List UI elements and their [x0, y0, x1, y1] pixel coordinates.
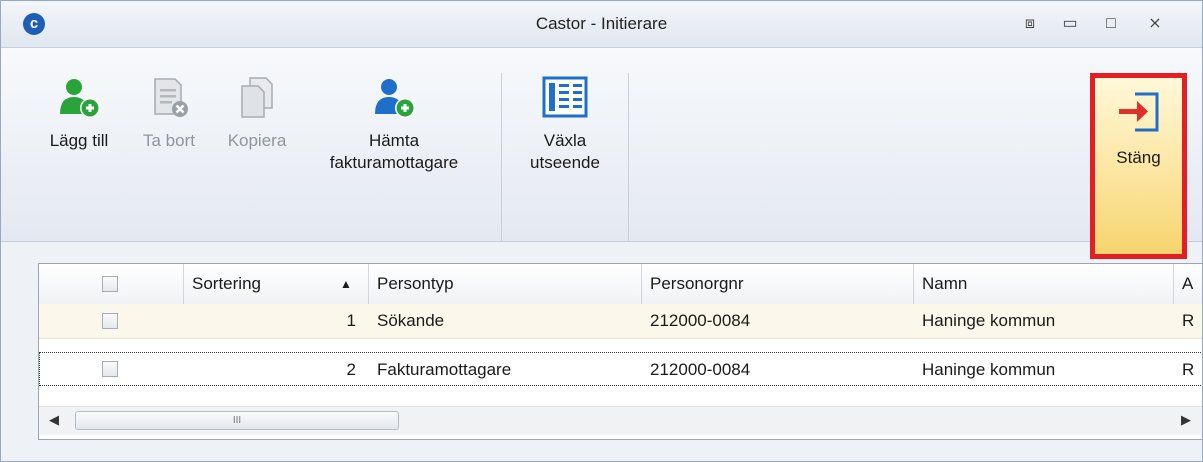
ribbon-toolbar: Lägg till Ta bort Kopiera Hämta fakturam… — [1, 48, 1202, 259]
personorgnr-cell: 212000-0084 — [650, 311, 751, 330]
persons-grid: Sortering ▲ Persontyp Personorgnr Namn A… — [38, 263, 1202, 440]
column-sortering[interactable]: Sortering ▲ — [184, 264, 369, 304]
scroll-right-icon[interactable]: ▶ — [1181, 412, 1191, 428]
fetch-invoice-recipient-button[interactable]: Hämta fakturamottagare — [304, 76, 484, 174]
delete-button-label: Ta bort — [143, 131, 195, 150]
close-button[interactable]: Stäng — [1090, 73, 1187, 259]
ribbon-separator — [628, 73, 629, 241]
namn-cell: Haninge kommun — [922, 360, 1056, 379]
delete-button[interactable]: Ta bort — [129, 76, 209, 152]
switch-label-line1: Växla — [543, 131, 587, 150]
restore-window-button[interactable]: ⧈ — [1016, 11, 1044, 37]
copy-button[interactable]: Kopiera — [215, 76, 299, 152]
column-namn[interactable]: Namn — [914, 264, 1174, 304]
sort-ascending-icon: ▲ — [340, 277, 352, 291]
close-button-label: Stäng — [1116, 148, 1161, 167]
column-sortering-label: Sortering — [192, 274, 261, 293]
a-cell: R — [1182, 360, 1195, 379]
column-personorgnr[interactable]: Personorgnr — [642, 264, 914, 304]
add-person-blue-icon — [375, 79, 415, 118]
fetch-label-line2: fakturamottagare — [329, 153, 459, 172]
persontyp-cell: Sökande — [377, 311, 445, 330]
table-row[interactable]: 2 Fakturamottagare 212000-0084 Haninge k… — [39, 352, 1202, 386]
copy-button-label: Kopiera — [227, 131, 287, 150]
switch-view-icon — [542, 76, 588, 118]
column-personorgnr-label: Personorgnr — [650, 274, 744, 293]
row-checkbox[interactable] — [102, 361, 118, 377]
personorgnr-cell: 212000-0084 — [650, 360, 751, 379]
column-a-label: A — [1182, 274, 1194, 293]
switch-view-button[interactable]: Växla utseende — [514, 76, 616, 174]
column-persontyp[interactable]: Persontyp — [369, 264, 642, 304]
close-window-button[interactable]: ⨯ — [1141, 11, 1169, 37]
add-button[interactable]: Lägg till — [37, 76, 121, 152]
scroll-thumb[interactable]: III — [75, 411, 399, 430]
select-all-column[interactable] — [39, 264, 184, 304]
sortering-cell: 1 — [346, 311, 356, 330]
column-a[interactable]: A — [1174, 264, 1202, 304]
exit-icon — [1118, 92, 1158, 132]
persontyp-cell: Fakturamottagare — [377, 360, 512, 379]
table-row[interactable]: 1 Sökande 212000-0084 Haninge kommun R — [39, 304, 1202, 339]
maximize-button[interactable]: □ — [1097, 11, 1125, 37]
title-bar: c Castor - Initierare ⧈ ▭ □ ⨯ — [1, 1, 1202, 48]
select-all-checkbox[interactable] — [102, 276, 118, 292]
a-cell: R — [1182, 311, 1195, 330]
horizontal-scrollbar[interactable]: ◀ III ▶ — [39, 406, 1202, 435]
sortering-cell: 2 — [346, 360, 356, 379]
add-person-icon — [60, 79, 100, 118]
namn-cell: Haninge kommun — [922, 311, 1056, 330]
ribbon-separator — [501, 73, 502, 241]
column-persontyp-label: Persontyp — [377, 274, 454, 293]
scroll-left-icon[interactable]: ◀ — [49, 412, 59, 428]
grid-header: Sortering ▲ Persontyp Personorgnr Namn A — [39, 264, 1202, 305]
row-checkbox[interactable] — [102, 313, 118, 329]
delete-document-icon — [154, 78, 188, 117]
add-button-label: Lägg till — [49, 131, 109, 150]
copy-documents-icon — [241, 77, 273, 118]
column-namn-label: Namn — [922, 274, 968, 293]
scroll-thumb-grip-icon: III — [232, 415, 242, 426]
minimize-button[interactable]: ▭ — [1056, 11, 1084, 37]
switch-label-line2: utseende — [530, 153, 600, 172]
fetch-label-line1: Hämta — [368, 131, 420, 150]
castor-window: c Castor - Initierare ⧈ ▭ □ ⨯ Lägg till — [0, 0, 1203, 462]
